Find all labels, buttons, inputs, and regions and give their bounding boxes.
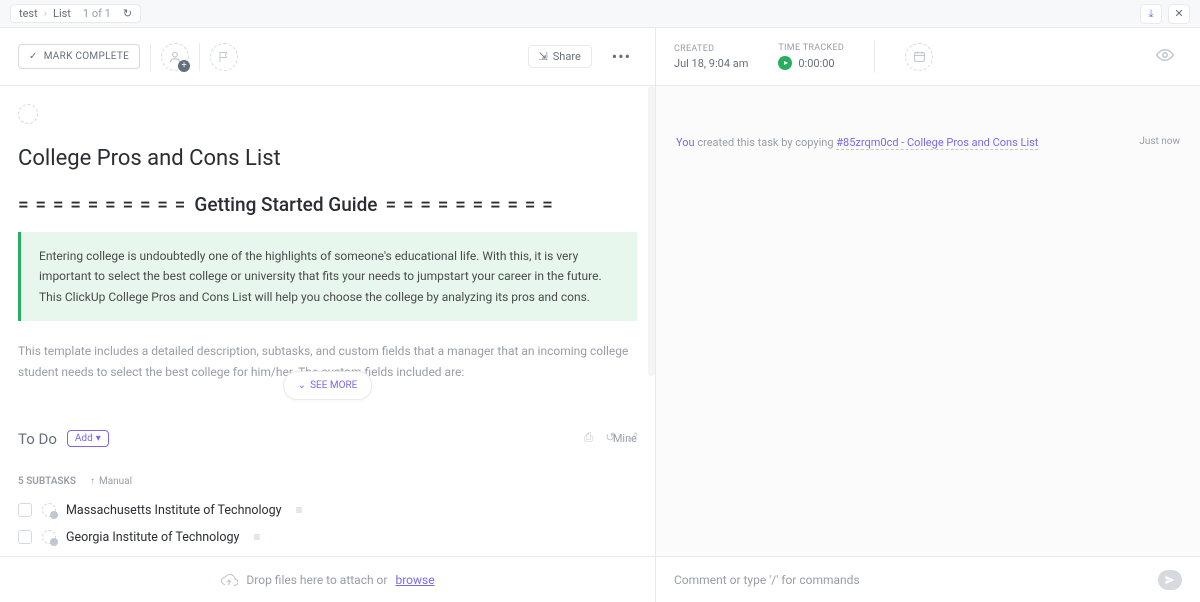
callout-block: Entering college is undoubtedly one of t… (18, 232, 637, 321)
priority-flag-button[interactable] (210, 43, 238, 71)
add-status-button[interactable]: Add ▾ (67, 430, 109, 447)
divider (199, 43, 200, 71)
subtask-row[interactable]: Massachusetts Institute of Technology ≡ (18, 497, 637, 524)
see-more-label: SEE MORE (310, 377, 357, 394)
subtask-checkbox[interactable] (18, 503, 32, 517)
heading-deco-left: = = = = = = = = = = (18, 193, 186, 216)
send-icon (1164, 574, 1176, 586)
sort-icon: ↑ (90, 476, 95, 487)
divider (874, 41, 875, 73)
todo-title: To Do (18, 430, 57, 448)
dropzone-text: Drop files here to attach or (246, 573, 387, 587)
share-label: Share (553, 50, 581, 63)
check-icon: ✓ (29, 51, 38, 62)
watch-icon[interactable] (1156, 46, 1174, 64)
subtask-name[interactable]: Georgia Institute of Technology (66, 530, 239, 545)
plus-icon: + (178, 60, 190, 72)
comment-input[interactable]: Comment or type '/' for commands (655, 557, 1200, 602)
description-icon: ≡ (296, 503, 303, 517)
activity-panel: You created this task by copying #85zrqm… (655, 86, 1200, 556)
breadcrumb-root[interactable]: test (19, 7, 38, 20)
subtask-row[interactable]: Georgia Institute of Technology ≡ (18, 524, 637, 551)
add-label: Add (75, 433, 93, 444)
chevron-down-icon: ▾ (96, 433, 101, 444)
comment-placeholder: Comment or type '/' for commands (674, 573, 860, 587)
activity-timestamp: Just now (1139, 136, 1180, 147)
mark-complete-button[interactable]: ✓ MARK COMPLETE (18, 44, 140, 69)
subtask-list: Massachusetts Institute of Technology ≡ … (18, 497, 637, 556)
chevron-down-icon: ⌄ (298, 377, 306, 394)
time-tracked-label: TIME TRACKED (778, 43, 844, 53)
close-icon[interactable]: ✕ (1168, 4, 1190, 24)
share-button[interactable]: ⇲ Share (528, 45, 592, 68)
status-dot-icon[interactable] (42, 503, 56, 517)
created-meta: CREATED Jul 18, 9:04 am (674, 44, 748, 70)
top-bar: test › List 1 of 1 ↻ ⤓ ✕ (0, 0, 1200, 28)
subtask-name[interactable]: Massachusetts Institute of Technology (66, 503, 282, 518)
scrollbar[interactable] (648, 86, 655, 376)
divider (150, 43, 151, 71)
task-header: ✓ MARK COMPLETE + ⇲ Share ••• CREATED Ju… (0, 28, 1200, 86)
mark-complete-label: MARK COMPLETE (44, 51, 129, 62)
more-menu-button[interactable]: ••• (612, 47, 631, 66)
activity-user[interactable]: You (676, 136, 695, 149)
attachment-dropzone[interactable]: Drop files here to attach or browse (0, 557, 655, 602)
browse-link[interactable]: browse (395, 573, 434, 587)
description-text: This template includes a detailed descri… (18, 341, 637, 382)
cloud-upload-icon (220, 571, 238, 589)
created-label: CREATED (674, 44, 748, 54)
activity-link[interactable]: #85zrqm0cd - College Pros and Cons List (836, 136, 1038, 150)
collapse-icon[interactable]: ⤓ (1140, 4, 1162, 24)
sort-button[interactable]: ↑ Manual (90, 476, 132, 487)
activity-entry: You created this task by copying #85zrqm… (676, 136, 1180, 149)
breadcrumb-position: 1 of 1 (83, 7, 111, 20)
breadcrumb-leaf[interactable]: List (53, 7, 71, 20)
task-title[interactable]: College Pros and Cons List (18, 146, 637, 171)
description-toolbar: ⎙ ↺ ⤢ (584, 430, 637, 445)
status-indicator-icon[interactable] (18, 104, 38, 124)
subtask-checkbox[interactable] (18, 530, 32, 544)
guide-heading: = = = = = = = = = = Getting Started Guid… (18, 193, 637, 216)
subtask-count: 5 SUBTASKS (18, 476, 76, 487)
play-icon[interactable] (778, 56, 792, 70)
assignee-add-button[interactable]: + (161, 43, 189, 71)
send-button[interactable] (1158, 570, 1182, 590)
description-icon: ≡ (253, 530, 260, 544)
share-icon: ⇲ (539, 50, 548, 63)
sort-label: Manual (99, 476, 132, 487)
dates-button[interactable] (905, 43, 933, 71)
heading-deco-right: = = = = = = = = = = (385, 193, 553, 216)
time-tracked-value: 0:00:00 (798, 57, 834, 70)
created-value: Jul 18, 9:04 am (674, 57, 748, 70)
status-dot-icon[interactable] (42, 530, 56, 544)
task-body: College Pros and Cons List = = = = = = =… (0, 86, 655, 556)
chevron-right-icon: › (44, 7, 47, 20)
activity-text: created this task by copying (695, 136, 837, 149)
breadcrumb[interactable]: test › List 1 of 1 ↻ (10, 4, 141, 23)
bottom-bar: Drop files here to attach or browse Comm… (0, 556, 1200, 602)
print-icon[interactable]: ⎙ (584, 430, 594, 445)
expand-icon[interactable]: ⤢ (627, 430, 637, 445)
see-more-button[interactable]: ⌄ SEE MORE (283, 371, 373, 400)
guide-heading-text: Getting Started Guide (194, 193, 377, 216)
refresh-icon[interactable]: ↻ (123, 7, 132, 20)
history-icon[interactable]: ↺ (605, 430, 615, 445)
time-tracked-meta[interactable]: TIME TRACKED 0:00:00 (778, 43, 844, 70)
